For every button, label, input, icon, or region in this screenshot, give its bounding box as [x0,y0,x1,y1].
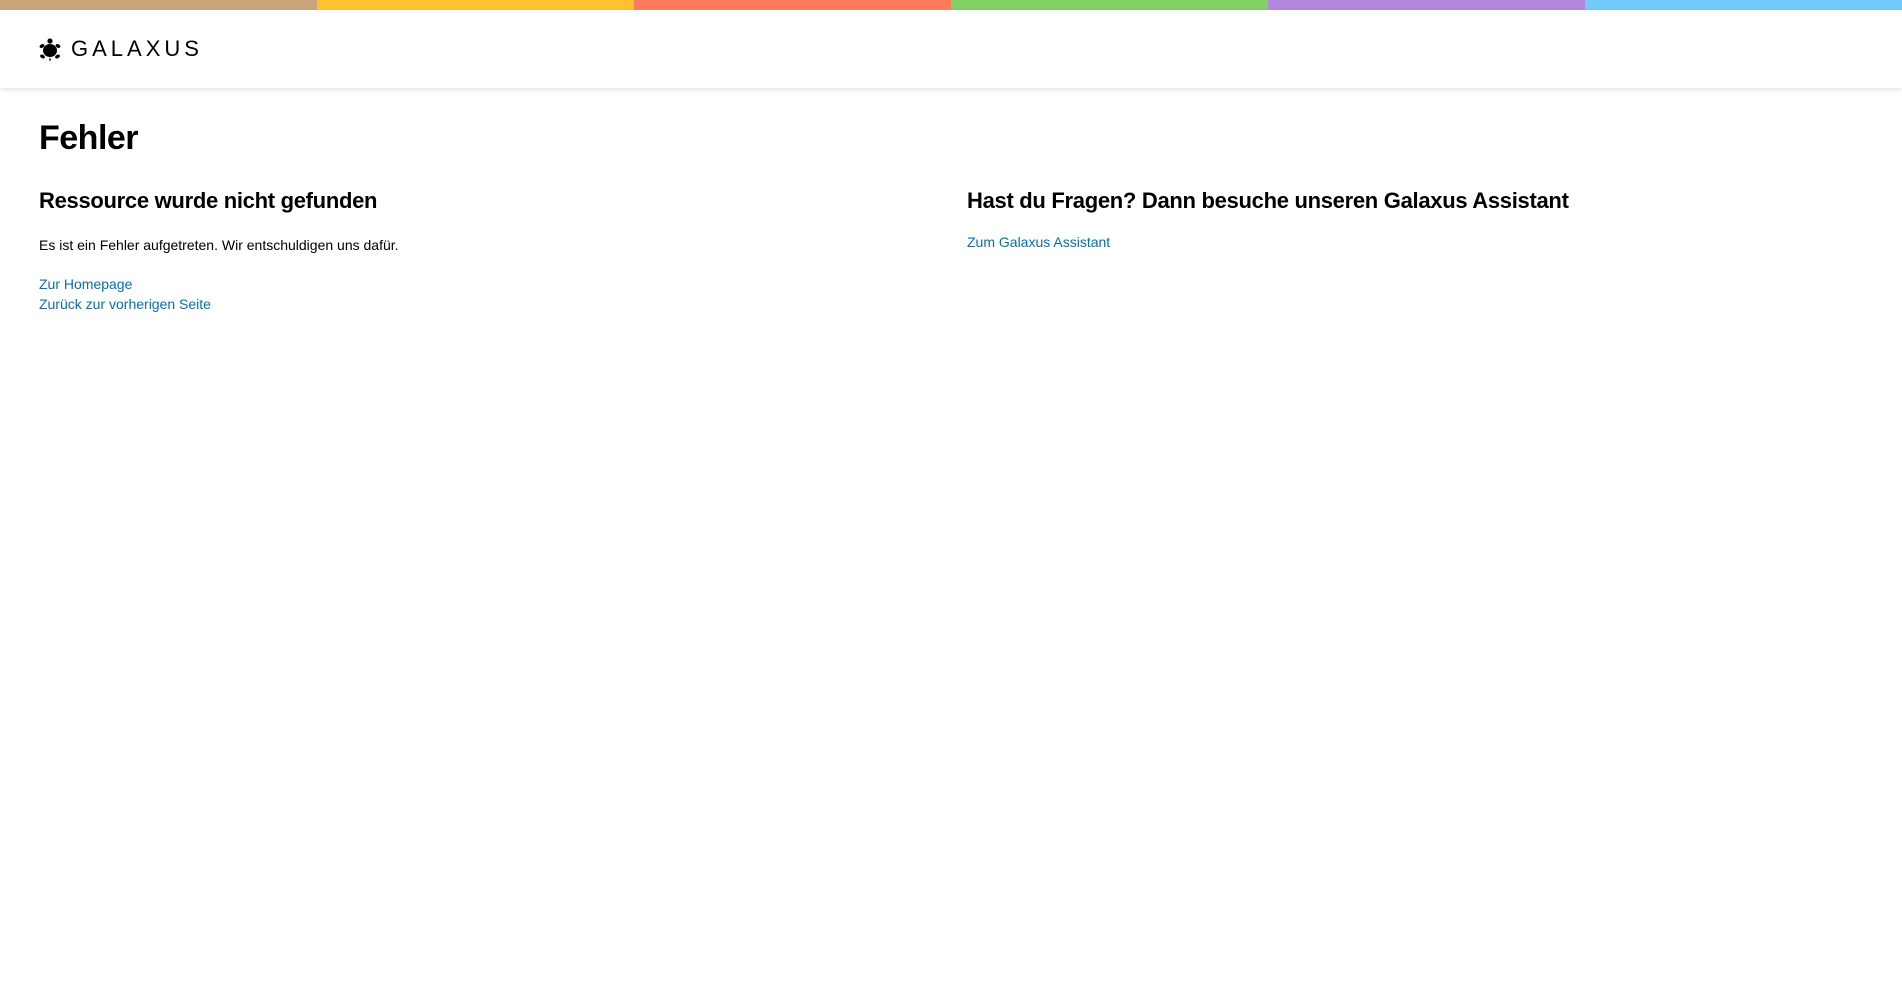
assistant-links: Zum Galaxus Assistant [967,232,1902,252]
galaxus-assistant-link[interactable]: Zum Galaxus Assistant [967,232,1110,252]
brand-color-bar [0,0,1902,10]
homepage-link[interactable]: Zur Homepage [39,274,132,294]
galaxus-turtle-icon [39,38,61,61]
color-bar-segment [634,0,951,10]
galaxus-logo-link[interactable]: GALAXUS [39,37,203,61]
color-bar-segment [0,0,317,10]
error-message: Es ist ein Fehler aufgetreten. Wir entsc… [39,237,399,253]
page-title: Fehler [39,119,139,157]
color-bar-segment [317,0,634,10]
error-heading: Ressource wurde nicht gefunden [39,188,378,213]
error-page-content: Fehler Ressource wurde nicht gefunden Es… [0,88,1902,314]
color-bar-segment [1268,0,1585,10]
site-header: GALAXUS [0,10,1902,88]
error-columns: Ressource wurde nicht gefunden Es ist ei… [39,186,1902,314]
logo-text: GALAXUS [71,36,203,61]
color-bar-segment [1585,0,1902,10]
back-to-previous-page-link[interactable]: Zurück zur vorherigen Seite [39,294,211,314]
navigation-links: Zur Homepage Zurück zur vorherigen Seite [39,274,967,314]
error-info-section: Ressource wurde nicht gefunden Es ist ei… [39,186,967,314]
color-bar-segment [951,0,1268,10]
assistant-section: Hast du Fragen? Dann besuche unseren Gal… [967,186,1902,314]
assistant-heading: Hast du Fragen? Dann besuche unseren Gal… [967,188,1569,213]
